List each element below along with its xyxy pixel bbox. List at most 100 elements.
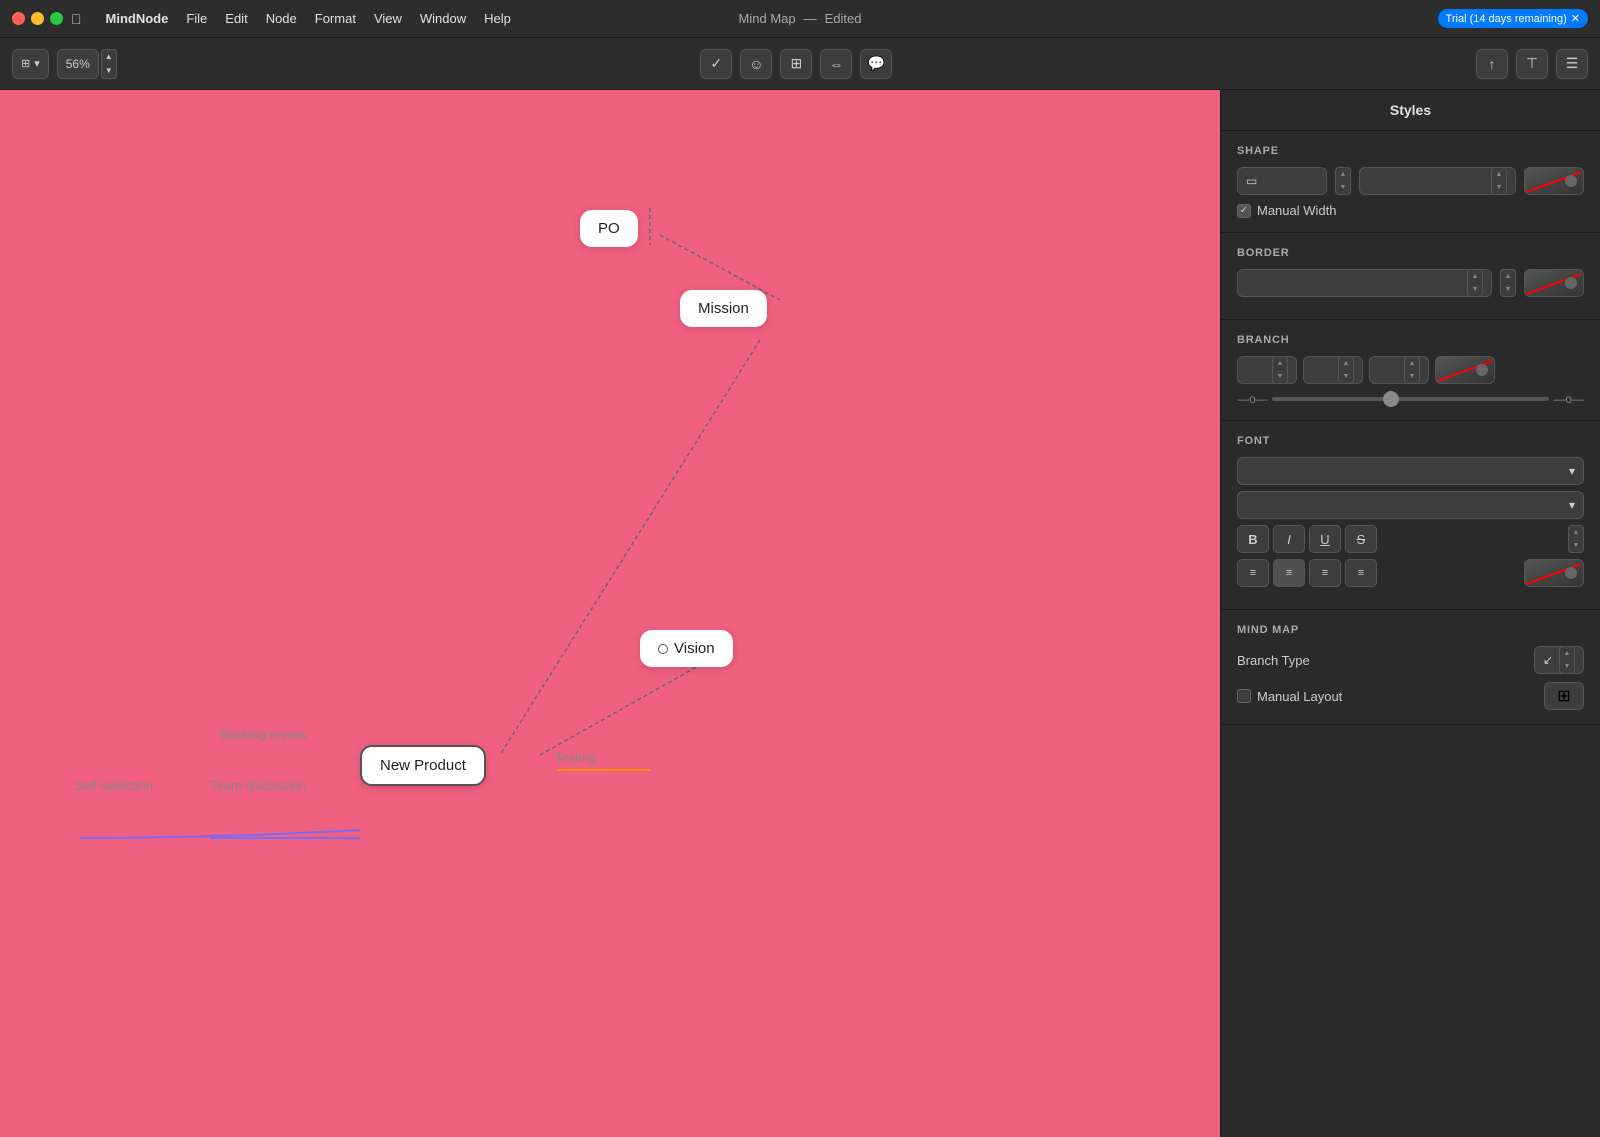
zoom-down-button[interactable]: ▼ [102,64,116,78]
size-down-icon[interactable]: ▼ [1492,181,1506,194]
menu-format[interactable]: Format [307,9,364,28]
node-vision[interactable]: Vision [640,630,733,667]
document-title: Mind Map — Edited [739,11,862,26]
branch-width-stepper[interactable]: ▲ ▼ [1404,356,1420,384]
b-down-icon[interactable]: ▼ [1501,283,1515,296]
zoom-stepper[interactable]: ▲ ▼ [101,49,117,79]
font-family-picker[interactable]: ▾ [1237,457,1584,485]
node-self-selection[interactable]: Self-selection [75,778,153,793]
taper-slider-thumb[interactable] [1383,391,1399,407]
view-switcher-button[interactable]: ⊞ ▾ [12,49,49,79]
zoom-up-button[interactable]: ▲ [102,50,116,64]
bsz-up[interactable]: ▲ [1339,357,1353,370]
connect-button[interactable]: ⇔ [820,49,852,79]
doc-name: Mind Map [739,11,796,26]
border-down-icon[interactable]: ▼ [1468,283,1482,296]
branch-size-stepper[interactable]: ▲ ▼ [1338,356,1354,384]
node-backlog-review[interactable]: Backlog review [220,727,307,742]
menu-view[interactable]: View [366,9,410,28]
branch-type-label: Branch Type [1237,653,1310,668]
shape-section-title: SHAPE [1237,145,1584,157]
node-new-product[interactable]: New Product [360,745,486,786]
manual-layout-checkbox[interactable] [1237,689,1251,703]
manual-width-checkbox[interactable]: ✓ [1237,204,1251,218]
trial-text: Trial (14 days remaining) [1446,13,1567,25]
taper-slider-track[interactable] [1272,397,1550,401]
shape-size-control[interactable]: ▲ ▼ [1359,167,1516,195]
bs-up[interactable]: ▲ [1273,357,1287,370]
bs-down[interactable]: ▼ [1273,370,1287,383]
canvas[interactable]: PO Mission New Product Vision Testing Ba… [0,90,1220,1137]
border-color-swatch[interactable] [1524,269,1584,297]
align-justify-button[interactable]: ≡ [1345,559,1377,587]
menu-mindnode[interactable]: MindNode [98,9,177,28]
shape-picker[interactable]: ▭ [1237,167,1327,195]
underline-button[interactable]: U [1309,525,1341,553]
node-mission[interactable]: Mission [680,290,767,327]
comment-button[interactable]: 💬 [860,49,892,79]
share-button[interactable]: ↑ [1476,49,1508,79]
maximize-button[interactable] [50,12,63,25]
branch-section-title: BRANCH [1237,334,1584,346]
bt-up[interactable]: ▲ [1560,647,1574,660]
filter-button[interactable]: ⊤ [1516,49,1548,79]
italic-button[interactable]: I [1273,525,1305,553]
bt-down[interactable]: ▼ [1560,660,1574,673]
shape-stepper[interactable]: ▲ ▼ [1335,167,1351,195]
shape-up-icon[interactable]: ▲ [1336,168,1350,181]
bw-up[interactable]: ▲ [1405,357,1419,370]
node-backlog-label: Backlog review [220,727,307,742]
menu-node[interactable]: Node [258,9,305,28]
b-up-icon[interactable]: ▲ [1501,270,1515,283]
align-center-button[interactable]: ≡ [1273,559,1305,587]
layout-icon-box[interactable]: ⊞ [1544,682,1584,710]
bw-down[interactable]: ▼ [1405,370,1419,383]
align-left-button[interactable]: ≡ [1237,559,1269,587]
border-size-stepper[interactable]: ▲ ▼ [1500,269,1516,297]
border-stepper[interactable]: ▲ ▼ [1467,269,1483,297]
fs-down[interactable]: ▼ [1569,539,1583,552]
menu-file[interactable]: File [178,9,215,28]
menu-help[interactable]: Help [476,9,519,28]
menu-edit[interactable]: Edit [217,9,255,28]
branch-style-picker[interactable]: ▲ ▼ [1237,356,1297,384]
font-size-stepper[interactable]: ▲ ▼ [1568,525,1584,553]
taper-end-icon: —o— [1553,392,1584,406]
presentation-button[interactable]: ☺ [740,49,772,79]
minimize-button[interactable] [31,12,44,25]
bsz-down[interactable]: ▼ [1339,370,1353,383]
menu-window[interactable]: Window [412,9,474,28]
bold-button[interactable]: B [1237,525,1269,553]
branch-type-stepper[interactable]: ▲ ▼ [1559,646,1575,674]
titlebar-right: Trial (14 days remaining) ✕ [1438,9,1588,28]
align-right-button[interactable]: ≡ [1309,559,1341,587]
titlebar:  MindNode File Edit Node Format View Wi… [0,0,1600,38]
font-size-spacer [1381,525,1564,553]
shape-color-swatch[interactable] [1524,167,1584,195]
font-style-picker[interactable]: ▾ [1237,491,1584,519]
node-po[interactable]: PO [580,210,638,247]
inspector-button[interactable]: ☰ [1556,49,1588,79]
strikethrough-button[interactable]: S [1345,525,1377,553]
trial-badge[interactable]: Trial (14 days remaining) ✕ [1438,9,1588,28]
branch-size-picker[interactable]: ▲ ▼ [1303,356,1363,384]
size-up-icon[interactable]: ▲ [1492,168,1506,181]
image-button[interactable]: ⊞ [780,49,812,79]
border-style-picker[interactable]: ▲ ▼ [1237,269,1492,297]
close-icon[interactable]: ✕ [1571,12,1580,25]
focus-button[interactable]: ✓ [700,49,732,79]
close-button[interactable] [12,12,25,25]
border-up-icon[interactable]: ▲ [1468,270,1482,283]
node-team-discussion[interactable]: Team discussion [210,778,306,793]
branch-style-stepper[interactable]: ▲ ▼ [1272,356,1288,384]
shape-down-icon[interactable]: ▼ [1336,181,1350,194]
fs-up[interactable]: ▲ [1569,526,1583,539]
branch-color-swatch[interactable] [1435,356,1495,384]
branch-type-control[interactable]: ↙ ▲ ▼ [1534,646,1584,674]
shape-size-stepper[interactable]: ▲ ▼ [1491,167,1507,195]
node-testing[interactable]: Testing [555,750,596,765]
text-color-swatch[interactable] [1524,559,1584,587]
traffic-lights [12,12,63,25]
branch-width-picker[interactable]: ▲ ▼ [1369,356,1429,384]
mindmap-section: MIND MAP Branch Type ↙ ▲ ▼ Manual Layout [1221,610,1600,725]
